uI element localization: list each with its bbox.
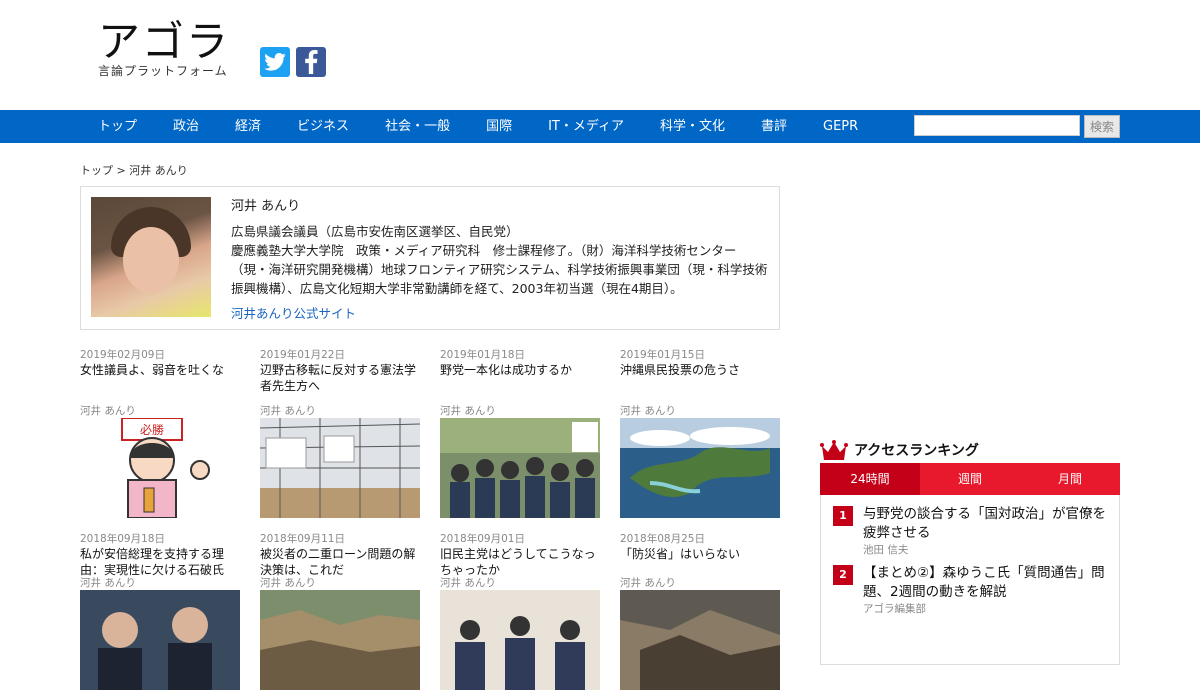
article-title[interactable]: 野党一本化は成功するか bbox=[440, 362, 600, 394]
article-title[interactable]: 旧民主党はどうしてこうなっちゃったか bbox=[440, 546, 600, 578]
author-avatar bbox=[91, 197, 211, 317]
access-ranking: アクセスランキング 24時間 週間 月間 1 与野党の談合する「国対政治」が官僚を疲弊… bbox=[820, 437, 1120, 665]
social-links bbox=[260, 47, 326, 77]
article-date: 2018年09月18日 bbox=[80, 533, 165, 545]
ranking-tab[interactable]: 月間 bbox=[1020, 463, 1120, 495]
svg-text:必勝: 必勝 bbox=[140, 422, 164, 437]
author-profile: 河井 あんり 広島県議会議員（広島市安佐南区選挙区、自民党） 慶應義塾大学大学院… bbox=[80, 186, 780, 330]
ranking-item[interactable]: 1 与野党の談合する「国対政治」が官僚を疲弊させる 池田 信夫 bbox=[833, 505, 1107, 558]
article-author: 河井 あんり bbox=[440, 405, 496, 417]
article-thumbnail[interactable] bbox=[620, 590, 780, 690]
article-card[interactable]: 2019年02月09日 女性議員よ、弱音を吐くな河井 あんり 必勝 bbox=[80, 348, 240, 518]
nav-item[interactable]: 国際 bbox=[468, 110, 530, 143]
site-header: アゴラ 言論プラットフォーム bbox=[0, 0, 1200, 110]
nav-item[interactable]: GEPR bbox=[805, 110, 876, 143]
article-thumbnail[interactable] bbox=[260, 590, 420, 690]
article-author: 河井 あんり bbox=[80, 405, 136, 417]
article-card[interactable]: 2018年09月01日 旧民主党はどうしてこうなっちゃったか 河井 あんり bbox=[440, 532, 600, 690]
author-name: 河井 あんり bbox=[231, 199, 301, 214]
ranking-header: アクセスランキング bbox=[820, 437, 1120, 463]
search-input[interactable] bbox=[914, 115, 1080, 136]
article-author: 河井 あんり bbox=[260, 405, 316, 417]
article-card[interactable]: 2019年01月15日 沖縄県民投票の危うさ河井 あんり bbox=[620, 348, 780, 518]
rank-author: 池田 信夫 bbox=[863, 544, 909, 556]
article-title[interactable]: 沖縄県民投票の危うさ bbox=[620, 362, 780, 394]
facebook-icon[interactable] bbox=[296, 47, 326, 77]
nav-item[interactable]: トップ bbox=[80, 110, 155, 143]
article-date: 2018年09月11日 bbox=[260, 533, 345, 545]
article-date: 2019年01月18日 bbox=[440, 349, 525, 361]
rank-author: アゴラ編集部 bbox=[863, 603, 926, 615]
crown-icon bbox=[820, 440, 848, 460]
breadcrumb: トップ > 河井 あんり bbox=[80, 164, 188, 177]
rank-title[interactable]: 与野党の談合する「国対政治」が官僚を疲弊させる bbox=[863, 505, 1107, 543]
article-author: 河井 あんり bbox=[620, 577, 676, 589]
article-author: 河井 あんり bbox=[260, 577, 316, 589]
article-title[interactable]: 「防災省」はいらない bbox=[620, 546, 780, 578]
search-button[interactable]: 検索 bbox=[1084, 115, 1120, 138]
nav-item[interactable]: 書評 bbox=[743, 110, 805, 143]
main-nav: トップ 政治 経済 ビジネス 社会・一般 国際 IT・メディア 科学・文化 書評 GEPR 検索 bbox=[0, 110, 1200, 143]
nav-items: トップ 政治 経済 ビジネス 社会・一般 国際 IT・メディア 科学・文化 書評 GEPR bbox=[80, 110, 876, 143]
article-date: 2019年01月22日 bbox=[260, 349, 345, 361]
nav-item[interactable]: 科学・文化 bbox=[642, 110, 743, 143]
ranking-list: 1 与野党の談合する「国対政治」が官僚を疲弊させる 池田 信夫 2 【まとめ②】森ゆうこ… bbox=[820, 495, 1120, 665]
author-bio: 慶應義塾大学大学院 政策・メディア研究科 修士課程修了。（財）海洋科学技術センタ… bbox=[231, 243, 768, 296]
article-title[interactable]: 女性議員よ、弱音を吐くな bbox=[80, 362, 240, 394]
article-thumbnail[interactable] bbox=[440, 590, 600, 690]
article-thumbnail[interactable]: 必勝 bbox=[80, 418, 240, 518]
ranking-tab[interactable]: 24時間 bbox=[820, 463, 920, 495]
article-thumbnail[interactable] bbox=[620, 418, 780, 518]
author-title: 広島県議会議員（広島市安佐南区選挙区、自民党） bbox=[231, 224, 519, 239]
nav-item[interactable]: 政治 bbox=[155, 110, 217, 143]
nav-item[interactable]: 経済 bbox=[217, 110, 279, 143]
nav-item[interactable]: ビジネス bbox=[279, 110, 367, 143]
article-thumbnail[interactable] bbox=[440, 418, 600, 518]
ranking-item[interactable]: 2 【まとめ②】森ゆうこ氏「質問通告」問題、2週間の動きを解説 アゴラ編集部 bbox=[833, 564, 1107, 617]
logo-title: アゴラ bbox=[98, 17, 231, 66]
article-title[interactable]: 被災者の二重ローン問題の解決策は、これだ bbox=[260, 546, 420, 578]
article-card[interactable]: 2019年01月22日 辺野古移転に反対する憲法学者先生方へ河井 あんり bbox=[260, 348, 420, 518]
article-thumbnail[interactable] bbox=[80, 590, 240, 690]
rank-number: 1 bbox=[833, 506, 853, 526]
article-date: 2019年02月09日 bbox=[80, 349, 165, 361]
article-author: 河井 あんり bbox=[440, 577, 496, 589]
ranking-tabs: 24時間 週間 月間 bbox=[820, 463, 1120, 495]
article-date: 2018年09月01日 bbox=[440, 533, 525, 545]
article-date: 2018年08月25日 bbox=[620, 533, 705, 545]
article-card[interactable]: 2019年01月18日 野党一本化は成功するか河井 あんり bbox=[440, 348, 600, 518]
logo-subtitle: 言論プラットフォーム bbox=[98, 64, 228, 78]
article-title[interactable]: 辺野古移転に反対する憲法学者先生方へ bbox=[260, 362, 420, 394]
twitter-icon[interactable] bbox=[260, 47, 290, 77]
article-author: 河井 あんり bbox=[620, 405, 676, 417]
ranking-tab[interactable]: 週間 bbox=[920, 463, 1020, 495]
article-title[interactable]: 私が安倍総理を支持する理由：実現性に欠ける石破氏 bbox=[80, 546, 240, 578]
article-date: 2019年01月15日 bbox=[620, 349, 705, 361]
article-card[interactable]: 2018年09月11日 被災者の二重ローン問題の解決策は、これだ 河井 あんり bbox=[260, 532, 420, 690]
article-card[interactable]: 2018年08月25日 「防災省」はいらない 河井 あんり bbox=[620, 532, 780, 690]
article-card[interactable]: 2018年09月18日 私が安倍総理を支持する理由：実現性に欠ける石破氏 河井 あん… bbox=[80, 532, 240, 690]
nav-item[interactable]: IT・メディア bbox=[530, 110, 642, 143]
rank-title[interactable]: 【まとめ②】森ゆうこ氏「質問通告」問題、2週間の動きを解説 bbox=[863, 564, 1107, 602]
search-box: 検索 bbox=[914, 115, 1120, 138]
author-site-link[interactable]: 河井あんり公式サイト bbox=[231, 304, 771, 323]
site-logo[interactable]: アゴラ 言論プラットフォーム bbox=[98, 20, 230, 79]
nav-item[interactable]: 社会・一般 bbox=[367, 110, 468, 143]
rank-number: 2 bbox=[833, 565, 853, 585]
article-thumbnail[interactable] bbox=[260, 418, 420, 518]
article-author: 河井 あんり bbox=[80, 577, 136, 589]
ranking-title: アクセスランキング bbox=[854, 443, 979, 459]
